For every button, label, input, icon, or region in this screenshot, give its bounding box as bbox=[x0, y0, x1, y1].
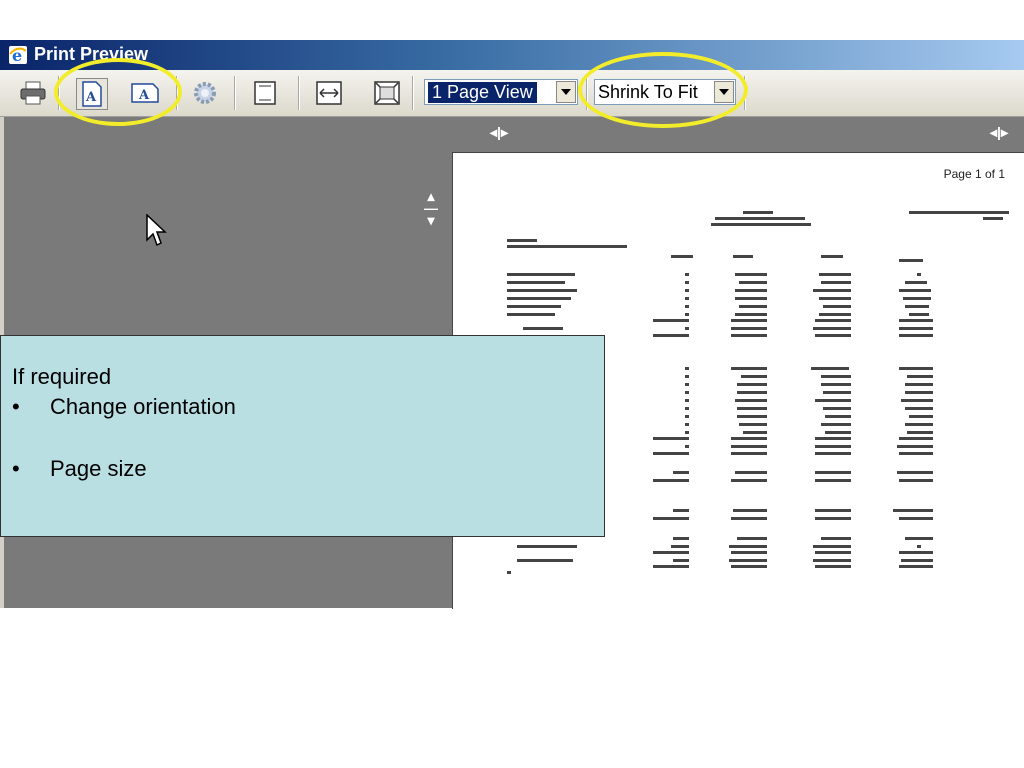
top-margin-handle-icon[interactable]: ▴ — ▾ bbox=[424, 189, 438, 227]
full-width-icon bbox=[316, 81, 342, 105]
right-margin-handle-icon[interactable]: ◂|▸ bbox=[990, 124, 1008, 141]
page-setup-gear-icon bbox=[194, 82, 216, 104]
bullet-icon: • bbox=[12, 456, 20, 481]
chevron-down-icon[interactable] bbox=[556, 81, 576, 103]
orientation-highlight-ellipse bbox=[54, 58, 182, 126]
header-footer-icon bbox=[254, 81, 276, 105]
instruction-callout: If required • Change orientation • Page si… bbox=[0, 335, 605, 537]
callout-item: • Change orientation bbox=[12, 394, 236, 420]
full-page-icon bbox=[374, 81, 400, 105]
fit-highlight-ellipse bbox=[578, 52, 748, 128]
callout-heading: If required bbox=[12, 364, 112, 389]
callout-item-label: Change orientation bbox=[50, 394, 236, 419]
view-select[interactable]: 1 Page View bbox=[424, 79, 578, 105]
header-footer-button[interactable] bbox=[250, 78, 280, 108]
full-width-button[interactable] bbox=[314, 78, 344, 108]
page-setup-button[interactable] bbox=[190, 78, 220, 108]
mouse-cursor-icon bbox=[146, 214, 167, 247]
callout-item-label: Page size bbox=[50, 456, 147, 481]
full-page-button[interactable] bbox=[372, 78, 402, 108]
page-label: Page 1 of 1 bbox=[943, 167, 1005, 181]
bullet-icon: • bbox=[12, 394, 20, 419]
ie-icon: e bbox=[9, 46, 27, 65]
view-select-value: 1 Page View bbox=[428, 82, 537, 103]
callout-item: • Page size bbox=[12, 456, 147, 482]
printer-icon[interactable] bbox=[18, 78, 48, 108]
left-margin-handle-icon[interactable]: ◂|▸ bbox=[490, 124, 508, 141]
